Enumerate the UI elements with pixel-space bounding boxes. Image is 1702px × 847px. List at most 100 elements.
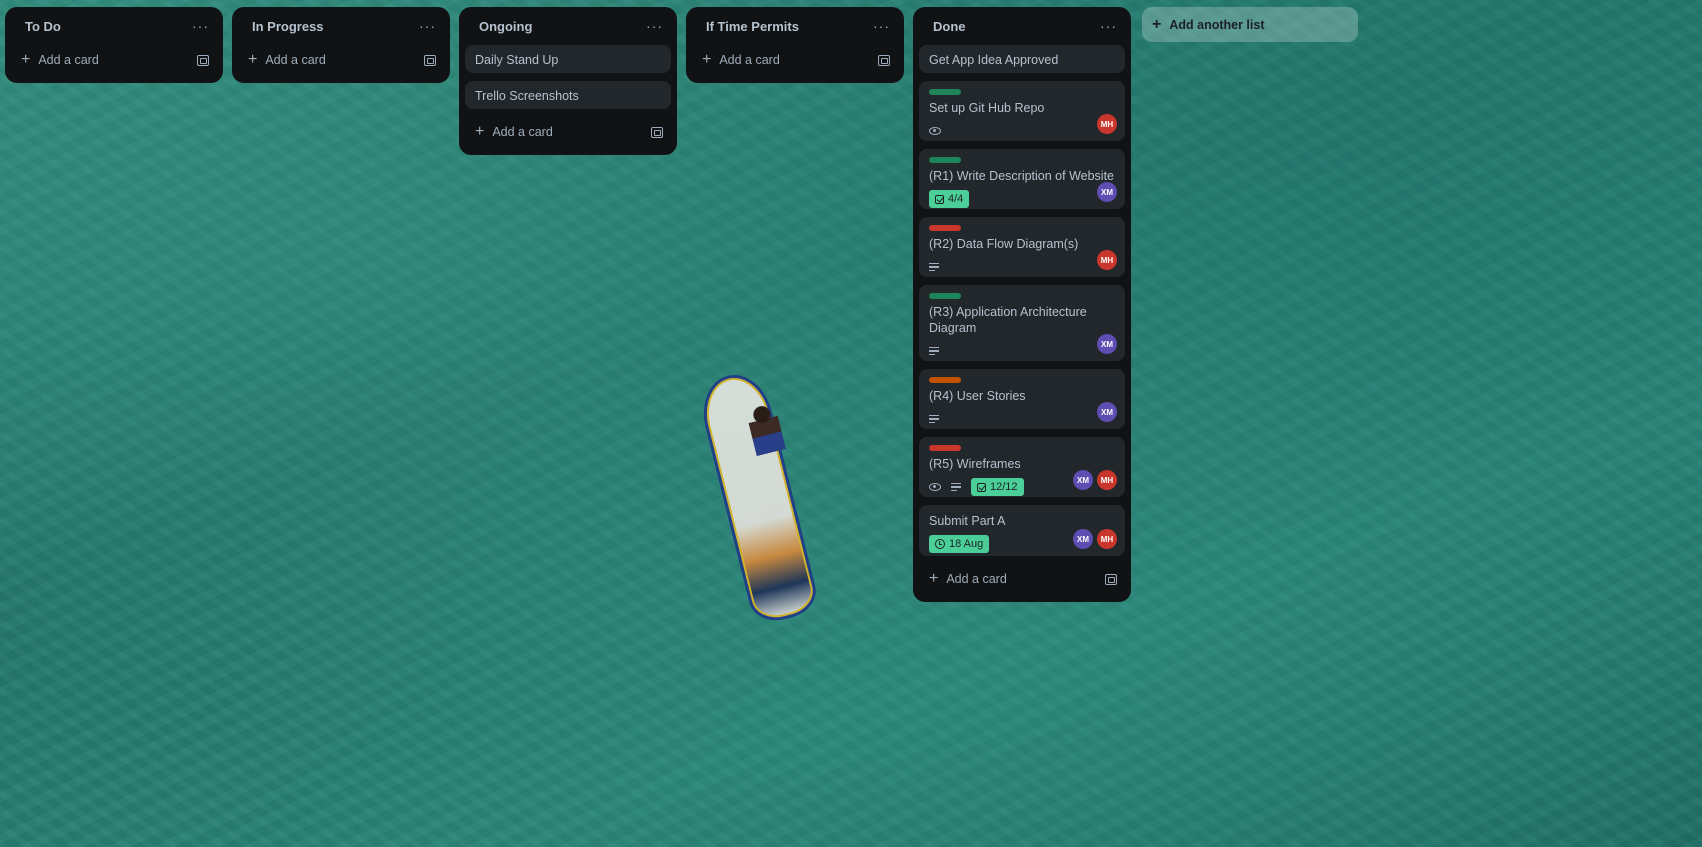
list-header: Done ··· [919,7,1125,45]
card-title: Trello Screenshots [475,89,579,103]
list-done: Done ··· Get App Idea Approved Set up Gi… [913,7,1131,602]
clock-icon [935,539,945,549]
add-list-button[interactable]: + Add another list [1142,7,1358,42]
card[interactable]: Daily Stand Up [465,45,671,73]
list-header: To Do ··· [11,7,217,45]
description-icon [929,261,939,274]
avatar[interactable]: XM [1097,334,1117,354]
list-menu-icon[interactable]: ··· [192,19,209,33]
list-title[interactable]: To Do [25,19,61,34]
card-members: XM MH [1073,529,1117,549]
list-todo: To Do ··· + Add a card [5,7,223,83]
description-icon [951,481,961,494]
card-title: (R2) Data Flow Diagram(s) [929,237,1079,251]
list-ongoing: Ongoing ··· Daily Stand Up Trello Screen… [459,7,677,155]
avatar[interactable]: XM [1073,470,1093,490]
card-template-icon[interactable] [424,54,436,66]
list-menu-icon[interactable]: ··· [646,19,663,33]
plus-icon: + [248,51,258,68]
card-badges [929,257,1115,277]
card-members: MH [1097,250,1117,270]
card[interactable]: (R5) Wireframes 12/12 XM MH [919,437,1125,497]
avatar[interactable]: XM [1097,402,1117,422]
card-label[interactable] [929,225,961,231]
due-date: 18 Aug [949,538,984,550]
card-title: Set up Git Hub Repo [929,101,1045,115]
card-title: Submit Part A [929,514,1006,528]
card-template-icon[interactable] [1105,573,1117,585]
add-card-button[interactable]: + Add a card [465,117,671,147]
add-card-label: Add a card [38,53,99,67]
card-template-icon[interactable] [197,54,209,66]
card-label[interactable] [929,445,961,451]
card-label[interactable] [929,157,961,163]
list-in-progress: In Progress ··· + Add a card [232,7,450,83]
add-card-label: Add a card [265,53,326,67]
list-title[interactable]: If Time Permits [706,19,799,34]
card-badges [929,121,1115,141]
card[interactable]: (R2) Data Flow Diagram(s) MH [919,217,1125,277]
card[interactable]: (R3) Application Architecture Diagram XM [919,285,1125,361]
card-label[interactable] [929,89,961,95]
avatar[interactable]: MH [1097,470,1117,490]
avatar[interactable]: XM [1097,182,1117,202]
add-card-button[interactable]: + Add a card [11,45,217,75]
add-card-button[interactable]: + Add a card [238,45,444,75]
card-members: XM [1097,182,1117,202]
card-label[interactable] [929,293,961,299]
card-badges [929,341,1115,361]
avatar[interactable]: MH [1097,250,1117,270]
checklist-count: 4/4 [948,193,964,205]
board: To Do ··· + Add a card In Progress ··· + A… [0,0,1702,847]
card-members: XM MH [1073,470,1117,490]
due-date-badge[interactable]: 18 Aug [929,535,990,553]
checklist-badge: 12/12 [971,478,1024,496]
watch-eye-icon [929,127,941,135]
card[interactable]: Trello Screenshots [465,81,671,109]
card-badges: 4/4 [929,189,1115,209]
plus-icon: + [1152,15,1162,33]
add-card-label: Add a card [946,572,1007,586]
list-title[interactable]: Done [933,19,966,34]
card-title: (R1) Write Description of Website [929,169,1115,183]
plus-icon: + [929,570,939,587]
add-card-label: Add a card [719,53,780,67]
list-title[interactable]: In Progress [252,19,324,34]
checklist-icon [935,194,944,204]
card[interactable]: Get App Idea Approved [919,45,1125,73]
checklist-icon [977,482,986,492]
list-menu-icon[interactable]: ··· [419,19,436,33]
plus-icon: + [475,123,485,140]
list-header: In Progress ··· [238,7,444,45]
watch-eye-icon [929,483,941,491]
card-title: (R3) Application Architecture Diagram [929,305,1087,335]
list-menu-icon[interactable]: ··· [1100,19,1117,33]
description-icon [929,345,939,358]
avatar[interactable]: MH [1097,529,1117,549]
card[interactable]: (R1) Write Description of Website 4/4 XM [919,149,1125,209]
card-template-icon[interactable] [878,54,890,66]
avatar[interactable]: MH [1097,114,1117,134]
add-card-button[interactable]: + Add a card [692,45,898,75]
description-icon [929,413,939,426]
checklist-badge: 4/4 [929,190,970,208]
list-menu-icon[interactable]: ··· [873,19,890,33]
card-title: (R4) User Stories [929,389,1026,403]
card[interactable]: Submit Part A 18 Aug XM MH [919,505,1125,556]
list-if-time-permits: If Time Permits ··· + Add a card [686,7,904,83]
list-header: If Time Permits ··· [692,7,898,45]
card[interactable]: Set up Git Hub Repo MH [919,81,1125,141]
card-title: Get App Idea Approved [929,53,1059,67]
add-card-button[interactable]: + Add a card [919,564,1125,594]
add-card-label: Add a card [492,125,553,139]
plus-icon: + [21,51,31,68]
card-template-icon[interactable] [651,126,663,138]
avatar[interactable]: XM [1073,529,1093,549]
card-badges [929,409,1115,429]
card-members: XM [1097,402,1117,422]
card[interactable]: (R4) User Stories XM [919,369,1125,429]
list-title[interactable]: Ongoing [479,19,532,34]
card-members: MH [1097,114,1117,134]
card-title: Daily Stand Up [475,53,559,67]
card-label[interactable] [929,377,961,383]
